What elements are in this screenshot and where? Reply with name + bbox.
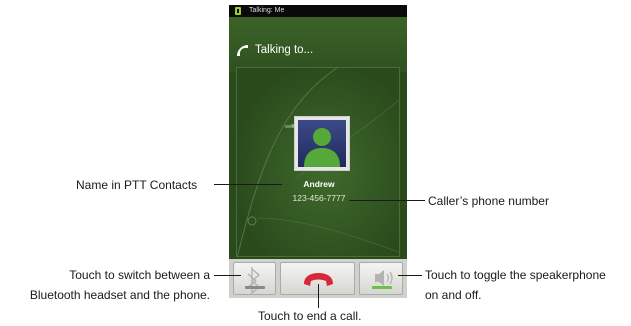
- avatar-silhouette-icon: [304, 128, 340, 167]
- contact-phone-number: 123-456-7777: [292, 193, 346, 203]
- call-header: Talking to...: [229, 17, 407, 72]
- contact-card: Andrew 123-456-7777: [236, 67, 400, 257]
- bluetooth-icon: [247, 267, 261, 295]
- callout-line-name: [214, 184, 282, 185]
- callout-end-call: Touch to end a call.: [258, 309, 362, 323]
- callout-bluetooth-line2: Bluetooth headset and the phone.: [29, 288, 210, 302]
- callout-line-bluetooth: [214, 275, 241, 276]
- bluetooth-indicator: [245, 286, 265, 289]
- phone-screen: Talking: Me Talking to... Andrew 123-456…: [229, 5, 407, 298]
- speakerphone-indicator: [372, 286, 392, 289]
- callout-bluetooth-switch: Touch to switch between a Bluetooth head…: [30, 265, 210, 305]
- status-text: Talking: Me: [249, 7, 285, 14]
- callout-speakerphone-toggle: Touch to toggle the speakerphone on and …: [425, 265, 606, 305]
- status-bar: Talking: Me: [229, 5, 407, 17]
- callout-name-in-ptt-contacts: Name in PTT Contacts: [76, 178, 198, 192]
- callout-line-speaker: [398, 275, 422, 276]
- notification-icon: [235, 7, 241, 15]
- speakerphone-toggle-button[interactable]: [359, 262, 403, 295]
- callout-line-end-call: [318, 284, 319, 308]
- speaker-icon: [375, 270, 393, 286]
- callout-callers-phone-number: Caller’s phone number: [428, 194, 549, 208]
- contact-photo: [294, 116, 350, 171]
- bluetooth-toggle-button[interactable]: [233, 262, 276, 295]
- phone-call-icon: [237, 45, 248, 56]
- callout-speaker-line2: on and off.: [425, 288, 482, 302]
- call-status-title: Talking to...: [255, 44, 314, 56]
- callout-speaker-line1: Touch to toggle the speakerphone: [425, 268, 606, 282]
- callout-line-number: [349, 200, 425, 201]
- callout-bluetooth-line1: Touch to switch between a: [69, 268, 210, 282]
